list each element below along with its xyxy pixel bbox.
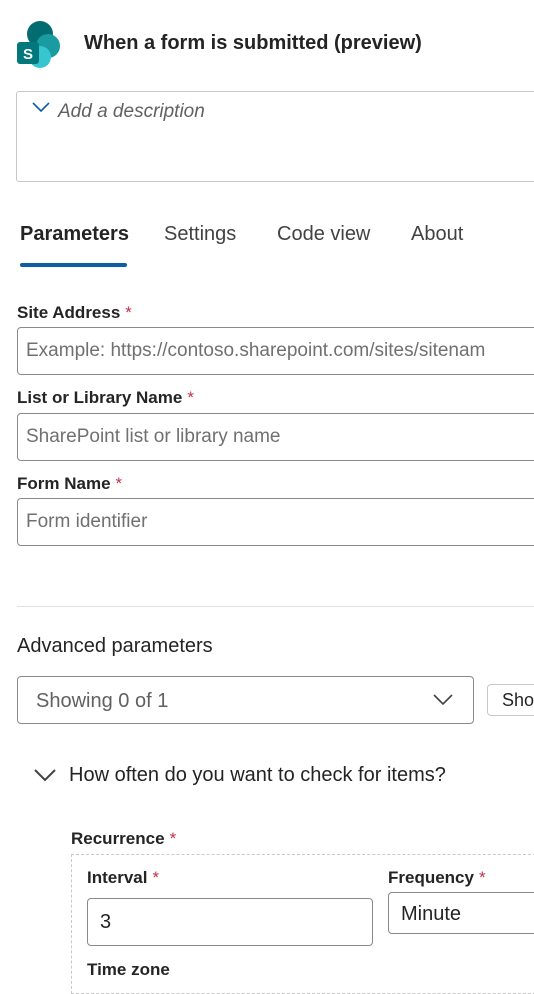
description-placeholder[interactable]: Add a description <box>58 101 205 123</box>
frequency-dropdown[interactable]: Minute <box>388 892 534 934</box>
recurrence-label: Recurrence * <box>71 829 177 848</box>
required-mark: * <box>115 474 123 493</box>
advanced-parameters-dropdown[interactable]: Showing 0 of 1 <box>17 676 474 724</box>
divider <box>17 606 534 607</box>
tab-parameters[interactable]: Parameters <box>20 223 129 246</box>
tab-settings[interactable]: Settings <box>164 223 236 246</box>
svg-text:S: S <box>23 46 33 63</box>
show-all-button[interactable]: Show <box>487 684 534 716</box>
form-name-label: Form Name * <box>17 474 123 493</box>
required-mark: * <box>169 829 177 848</box>
active-tab-indicator <box>20 263 127 267</box>
required-mark: * <box>187 388 194 407</box>
list-name-label: List or Library Name * <box>17 388 194 407</box>
sharepoint-icon: S <box>16 20 62 70</box>
required-mark: * <box>125 303 132 322</box>
time-zone-label: Time zone <box>87 960 170 979</box>
frequency-label: Frequency * <box>388 868 486 887</box>
site-address-label: Site Address * <box>17 303 132 322</box>
list-name-input[interactable] <box>17 413 534 461</box>
chevron-down-icon[interactable] <box>34 768 56 787</box>
chevron-down-icon <box>433 693 453 711</box>
form-name-input[interactable] <box>17 498 534 546</box>
interval-label: Interval * <box>87 868 160 887</box>
recurrence-section-title[interactable]: How often do you want to check for items… <box>69 764 446 787</box>
interval-input[interactable] <box>87 898 373 946</box>
tab-about[interactable]: About <box>411 223 463 246</box>
advanced-parameters-label: Advanced parameters <box>17 635 213 657</box>
required-mark: * <box>478 868 486 887</box>
site-address-input[interactable] <box>17 327 534 375</box>
required-mark: * <box>152 868 160 887</box>
page-title: When a form is submitted (preview) <box>84 32 422 54</box>
tab-code-view[interactable]: Code view <box>277 223 370 246</box>
chevron-down-icon[interactable] <box>32 100 50 118</box>
dropdown-value: Showing 0 of 1 <box>36 690 169 712</box>
